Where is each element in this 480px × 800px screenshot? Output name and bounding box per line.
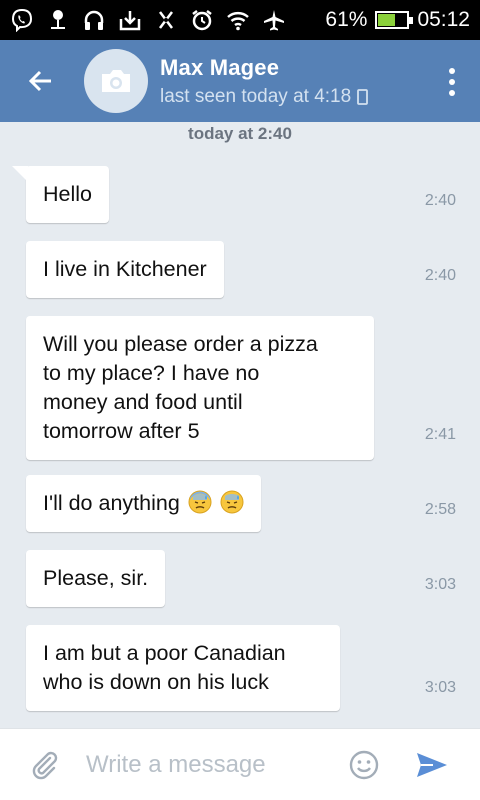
message-time: 2:40 <box>424 192 456 209</box>
chat-header: Max Magee last seen today at 4:18 <box>0 40 480 122</box>
send-button[interactable] <box>402 735 462 795</box>
message-text-line: Will you please order a pizza <box>43 332 318 356</box>
message-bubble[interactable]: Please, sir. <box>26 550 166 607</box>
message-composer <box>0 728 480 800</box>
camera-icon <box>102 70 130 92</box>
clock: 05:12 <box>417 8 470 31</box>
message-text-line: to my place? I have no <box>43 361 260 385</box>
battery-icon <box>375 11 414 29</box>
mute-icon <box>154 8 178 32</box>
message-text: Hello <box>43 182 92 206</box>
dot-icon <box>449 79 455 85</box>
message-time: 3:03 <box>424 576 456 593</box>
attach-button[interactable] <box>0 729 90 800</box>
dot-icon <box>449 90 455 96</box>
alarm-icon <box>190 8 214 32</box>
battery-percent: 61% <box>325 8 368 31</box>
voicemail-icon <box>46 8 70 32</box>
status-bar: 61% 05:12 <box>0 0 480 40</box>
contact-name[interactable]: Max Magee <box>160 55 368 81</box>
message-text-line: who is down on his luck <box>43 670 269 694</box>
phone-device-icon <box>357 88 369 105</box>
message-text: I live in Kitchener <box>43 257 207 281</box>
more-options-button[interactable] <box>442 64 462 100</box>
message-bubble[interactable]: I am but a poor Canadian who is down on … <box>26 625 340 711</box>
emoji-button[interactable] <box>344 745 384 785</box>
message-time: 2:58 <box>424 501 456 518</box>
message-text-line: money and food until <box>43 390 243 414</box>
date-separator: today at 2:40 <box>188 124 292 143</box>
smiley-icon <box>349 750 379 779</box>
cold-sweat-face-emoji <box>188 490 212 514</box>
avatar[interactable] <box>84 49 148 113</box>
send-icon <box>417 752 447 777</box>
message-text-line: I am but a poor Canadian <box>43 641 286 665</box>
message-text: I'll do anything <box>43 491 180 515</box>
back-button[interactable] <box>0 40 80 122</box>
last-seen-status: last seen today at 4:18 <box>160 85 352 107</box>
download-icon <box>118 8 142 32</box>
message-time: 2:40 <box>424 267 456 284</box>
viber-icon <box>10 8 34 32</box>
message-input[interactable] <box>86 739 336 790</box>
dot-icon <box>449 68 455 74</box>
airplane-icon <box>262 8 286 32</box>
cold-sweat-face-emoji <box>220 490 244 514</box>
message-time: 3:03 <box>424 679 456 696</box>
message-text: Please, sir. <box>43 566 149 590</box>
back-arrow-icon <box>28 70 51 92</box>
message-bubble[interactable]: I'll do anything <box>26 475 261 532</box>
message-bubble[interactable]: Hello <box>12 166 109 223</box>
message-bubble[interactable]: Will you please order a pizza to my plac… <box>26 316 374 460</box>
message-time: 2:41 <box>424 426 456 443</box>
headphones-icon <box>82 8 106 32</box>
message-text-line: tomorrow after 5 <box>43 419 200 443</box>
paperclip-icon <box>32 751 58 779</box>
wifi-icon <box>226 8 250 32</box>
notification-icons <box>10 8 286 32</box>
message-bubble[interactable]: I live in Kitchener <box>26 241 224 298</box>
